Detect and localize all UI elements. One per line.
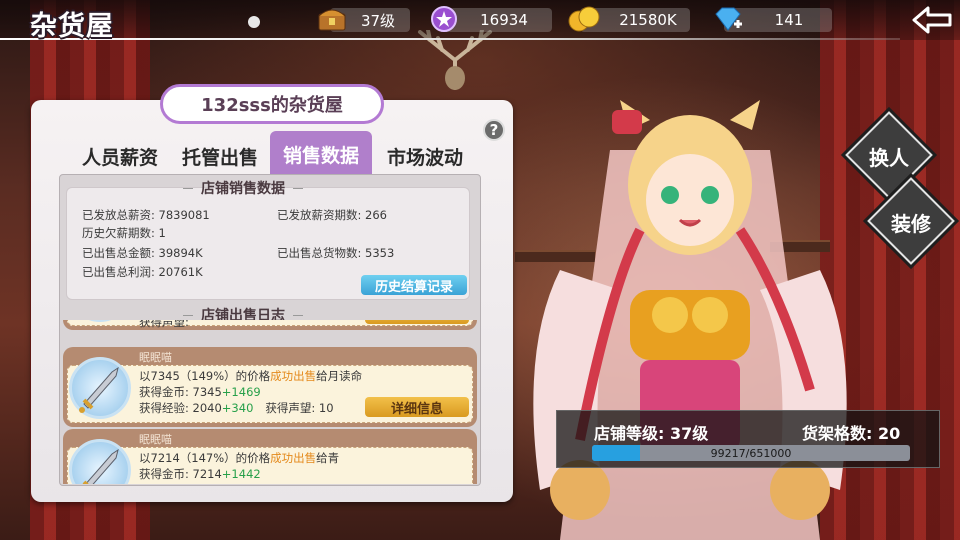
log-partial-text: 获得声望: [139,320,189,329]
log-seller-name: 眠眠喵 [139,351,172,364]
gold-value: 21580K [619,11,677,29]
stat-total-salary: 已发放总薪资: 7839081 [82,208,210,222]
decorative-dot [248,16,260,28]
top-bar-divider [0,38,900,40]
stat-total-goods-sold: 已出售总货物数: 5353 [277,246,395,260]
sales-log-list[interactable]: 获得声望: 眠眠喵 以7345（149%）的价格成功出售给月读命 获得金币: 7… [63,320,477,484]
shop-name-banner: 132sss的杂货屋 [160,84,384,124]
level-value: 37级 [360,11,396,30]
treasure-chest-icon [316,3,348,35]
log-exp-gain: 获得经验: 2040+340 获得声望: 10 [139,401,334,415]
diamond-value: 141 [774,11,804,29]
stat-total-profit: 已出售总利润: 20761K [82,265,203,279]
tab-staff-salary[interactable]: 人员薪资 [70,140,170,174]
shop-level-text: 店铺等级: 37级 [594,424,709,443]
purple-gem-icon [428,3,460,35]
log-entry: 眠眠喵 以7345（149%）的价格成功出售给月读命 获得金币: 7345+14… [63,347,477,427]
tab-consignment-sale[interactable]: 托管出售 [172,140,268,174]
detail-button-partial[interactable] [365,320,469,324]
history-settlement-button[interactable]: 历史结算记录 [361,275,467,295]
tab-sales-data[interactable]: 销售数据 [270,131,372,174]
page-title: 杂货屋 [30,11,114,42]
back-arrow-icon [912,6,952,34]
help-button[interactable]: ? [483,119,505,141]
sales-data-heading: 店铺销售数据 [183,178,303,198]
tab-market-fluctuation[interactable]: 市场波动 [376,140,474,174]
sword-item-icon [69,439,131,484]
log-entry-partial: 获得声望: [63,320,477,330]
purple-currency-value: 16934 [480,11,528,29]
log-seller-name: 眠眠喵 [139,433,172,446]
sales-data-heading-text: 店铺销售数据 [201,181,285,197]
log-sale-text: 以7214（147%）的价格成功出售给青 [139,451,340,465]
log-gold-gain: 获得金币: 7214+1442 [139,467,261,481]
gold-coin-icon [568,3,600,35]
sword-item-icon [69,357,131,419]
shop-exp-progress-text: 99217/651000 [710,446,792,460]
shopkeeper-character-illustration [533,100,847,540]
stat-salary-periods: 已发放薪资期数: 266 [277,208,387,222]
log-entry: 眠眠喵 以7214（147%）的价格成功出售给青 获得金币: 7214+1442 [63,429,477,484]
shop-exp-progress-bar: 99217/651000 [592,445,910,461]
add-diamond-icon[interactable] [712,3,744,35]
change-staff-label: 换人 [869,146,909,170]
shelf-count-text: 货架格数: 20 [802,424,901,443]
log-sale-text: 以7345（149%）的价格成功出售给月读命 [139,369,363,383]
stat-total-sales-amount: 已出售总金额: 39894K [82,246,203,260]
detail-info-button[interactable]: 详细信息 [365,397,469,417]
decorate-label: 装修 [891,212,931,236]
back-button[interactable] [910,4,954,36]
log-gold-gain: 获得金币: 7345+1469 [139,385,261,399]
stat-unpaid-periods: 历史欠薪期数: 1 [82,226,166,240]
